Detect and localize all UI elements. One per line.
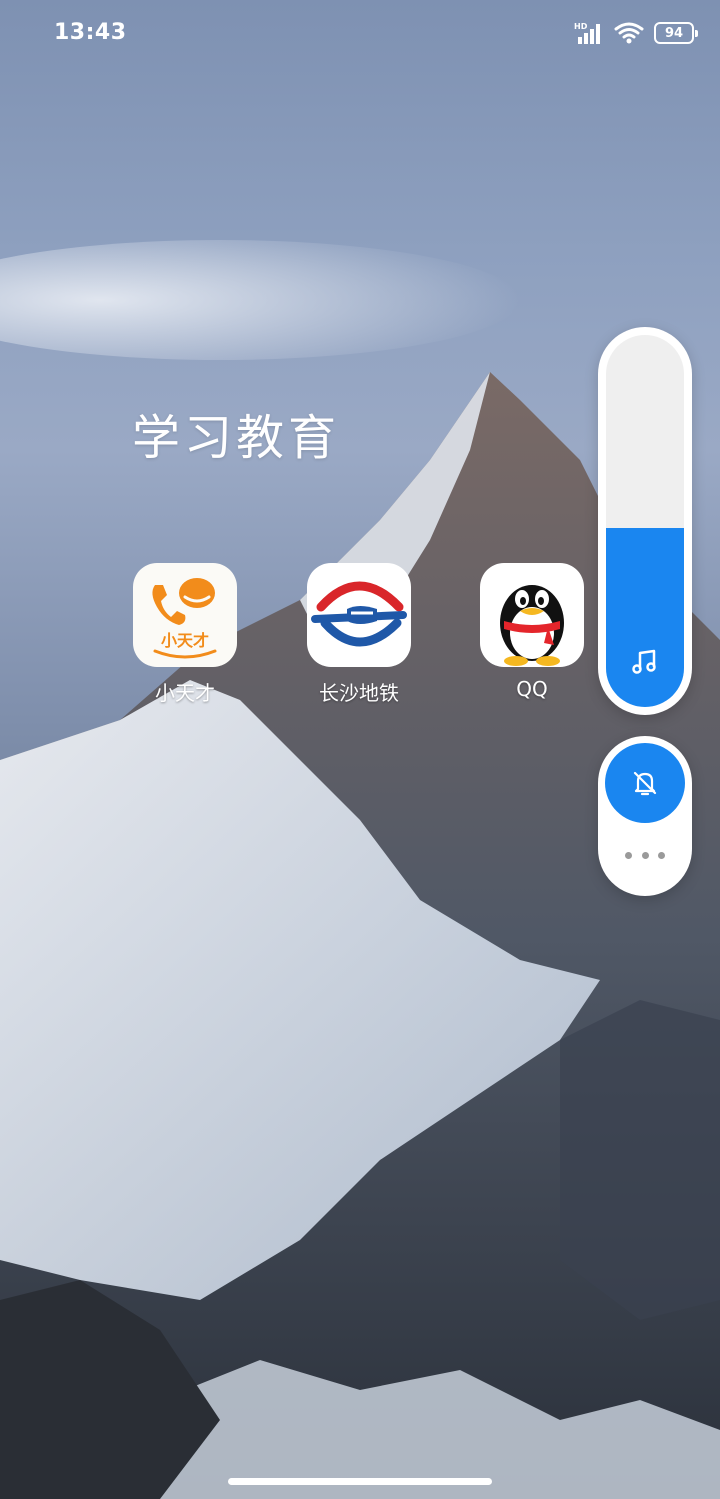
qq-penguin-logo-icon bbox=[500, 585, 564, 666]
battery-icon: 94 bbox=[654, 22, 698, 44]
status-icons: HD 94 bbox=[574, 20, 698, 46]
mute-button[interactable] bbox=[605, 743, 685, 823]
changsha-metro-logo-icon bbox=[311, 581, 407, 647]
volume-slider[interactable] bbox=[598, 327, 692, 715]
app-label: 长沙地铁 bbox=[319, 681, 399, 705]
app-label: QQ bbox=[516, 677, 548, 701]
wifi-icon bbox=[614, 22, 644, 44]
app-changsha-metro[interactable]: 长沙地铁 bbox=[297, 563, 421, 706]
dot bbox=[658, 851, 665, 859]
volume-track[interactable] bbox=[606, 335, 684, 707]
dot bbox=[625, 851, 632, 859]
home-indicator[interactable] bbox=[228, 1478, 492, 1485]
music-note-icon bbox=[632, 649, 656, 674]
xiaotiancai-app-icon[interactable]: 小天才 bbox=[133, 563, 237, 667]
network-type-label: HD bbox=[574, 22, 588, 31]
app-label: 小天才 bbox=[155, 681, 215, 705]
xiaotiancai-icon-text: 小天才 bbox=[160, 631, 209, 650]
cellular-signal-icon: HD bbox=[574, 22, 600, 44]
qq-penguin-app-icon[interactable] bbox=[480, 563, 584, 667]
folder-title[interactable]: 学习教育 bbox=[132, 398, 340, 468]
volume-fill bbox=[606, 528, 684, 707]
status-time: 13:43 bbox=[54, 20, 127, 45]
ringer-mode-panel bbox=[598, 736, 692, 896]
app-qq[interactable]: QQ bbox=[470, 563, 594, 701]
more-dots-icon[interactable] bbox=[625, 844, 665, 866]
status-bar: 13:43 HD 94 bbox=[0, 0, 720, 66]
battery-level: 94 bbox=[664, 25, 684, 41]
bell-off-icon bbox=[633, 771, 657, 796]
xiaotiancai-logo-icon bbox=[152, 578, 217, 659]
dot bbox=[641, 851, 649, 859]
changsha-metro-app-icon[interactable] bbox=[307, 563, 411, 667]
app-xiaotiancai[interactable]: 小天才 小天才 bbox=[123, 563, 247, 706]
